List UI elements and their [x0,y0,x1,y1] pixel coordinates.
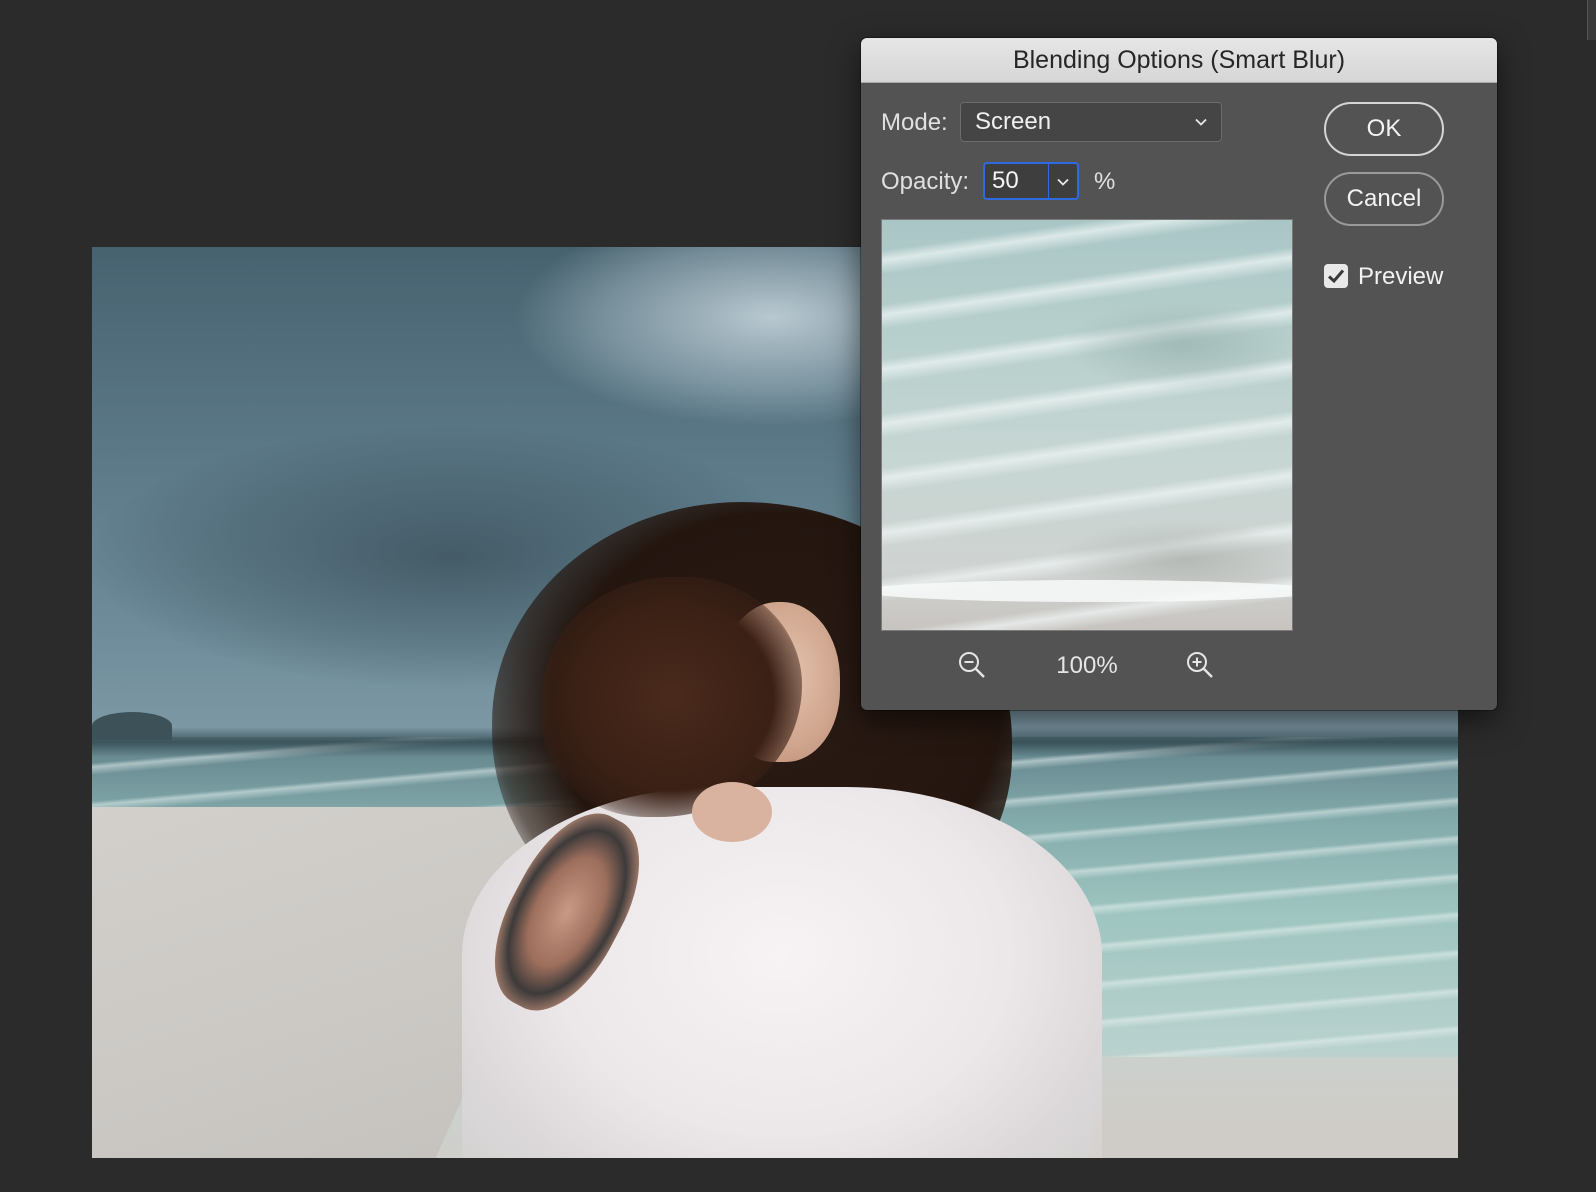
cancel-button[interactable]: Cancel [1324,172,1444,226]
opacity-label: Opacity: [881,168,970,195]
opacity-input[interactable]: 50 [985,164,1048,198]
preview-label[interactable]: Preview [1358,263,1443,291]
ok-button[interactable]: OK [1324,102,1444,156]
blending-options-dialog: Blending Options (Smart Blur) Mode: Scre… [861,38,1497,710]
checkmark-icon [1327,269,1345,284]
opacity-field[interactable]: 50 [983,162,1079,200]
zoom-out-button[interactable] [957,650,987,680]
zoom-in-icon [1187,652,1213,678]
zoom-in-button[interactable] [1185,650,1215,680]
preview-thumbnail[interactable] [881,219,1293,631]
chevron-down-icon [1195,118,1207,126]
subject-hand [692,782,772,842]
opacity-unit: % [1094,168,1116,195]
mode-label: Mode: [881,109,948,136]
zoom-out-icon [959,652,985,678]
dialog-title: Blending Options (Smart Blur) [1012,45,1346,74]
preview-checkbox[interactable] [1324,264,1348,288]
scrollbar-thumb[interactable] [1587,0,1596,40]
beach-sand-right [1092,1047,1458,1158]
preview-wave [1062,300,1292,390]
dialog-titlebar[interactable]: Blending Options (Smart Blur) [861,38,1497,83]
preview-foam [882,580,1292,602]
mode-value: Screen [975,108,1052,135]
zoom-level: 100% [1056,652,1118,679]
mode-select[interactable]: Screen [960,102,1222,142]
distant-rock [92,712,172,740]
chevron-down-icon [1057,178,1069,186]
opacity-dropdown-button[interactable] [1048,164,1077,198]
